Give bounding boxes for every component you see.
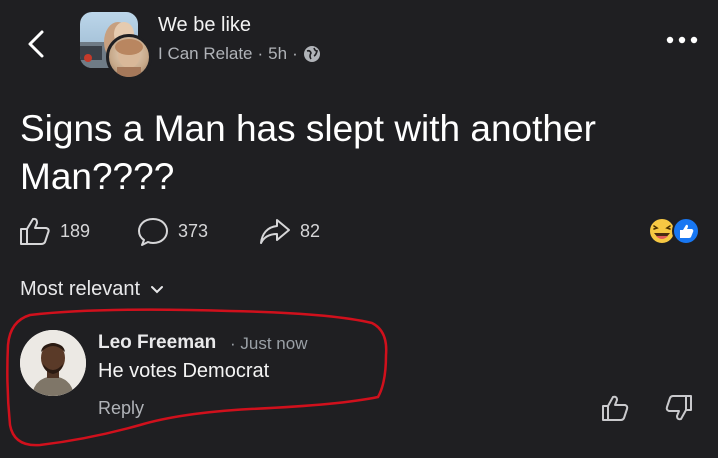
share-arrow-icon <box>260 219 290 244</box>
reaction-summary[interactable] <box>646 214 706 248</box>
thumb-down-icon <box>665 395 692 421</box>
meta-separator: · <box>257 44 264 63</box>
like-stat[interactable]: 189 <box>18 216 90 246</box>
back-chevron-icon <box>28 30 44 58</box>
author-name[interactable]: I Can Relate <box>158 44 253 64</box>
sort-label: Most relevant <box>20 278 141 300</box>
post-time[interactable]: 5h <box>268 44 287 64</box>
commenter-avatar-image <box>20 330 86 396</box>
comment-sort-dropdown[interactable]: Most relevant <box>20 278 164 301</box>
reply-button[interactable]: Reply <box>98 398 144 419</box>
comment-time: · Just now <box>230 334 308 353</box>
thumb-up-icon <box>20 217 50 245</box>
commenter-name[interactable]: Leo Freeman <box>98 332 216 354</box>
comment-dislike-button[interactable] <box>664 394 694 427</box>
meta-separator: · <box>292 44 298 63</box>
chevron-down-icon <box>151 285 164 293</box>
like-count: 189 <box>60 220 91 241</box>
comment-bubble-icon <box>138 218 168 246</box>
globe-icon <box>303 46 320 62</box>
more-options-button[interactable] <box>660 30 704 50</box>
commenter-avatar[interactable] <box>20 330 86 396</box>
group-name[interactable]: We be like <box>158 14 251 37</box>
comment-like-button[interactable] <box>600 394 630 427</box>
haha-reaction-icon <box>648 217 676 245</box>
comment-count: 373 <box>178 220 209 241</box>
share-count: 82 <box>300 220 321 241</box>
author-avatar-image <box>115 39 143 77</box>
share-stat[interactable]: 82 <box>258 216 320 246</box>
post-meta: I Can Relate · 5h · <box>158 44 321 64</box>
more-dots-icon <box>666 36 698 44</box>
like-reaction-icon <box>672 217 700 245</box>
comment-stat[interactable]: 373 <box>136 216 208 246</box>
author-avatar[interactable] <box>106 34 152 80</box>
thumb-up-icon <box>602 395 629 421</box>
comment-text: He votes Democrat <box>98 360 270 382</box>
post-text: Signs a Man has slept with another Man??… <box>20 108 596 197</box>
back-button[interactable] <box>22 26 52 62</box>
